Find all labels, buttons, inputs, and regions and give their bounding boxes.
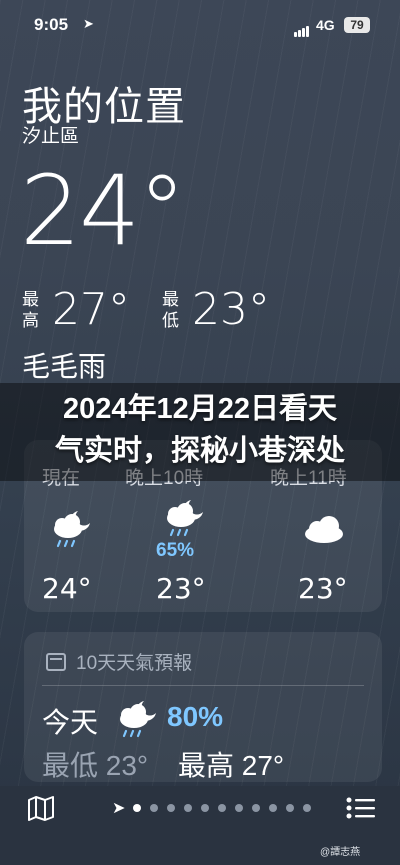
network-label: 4G xyxy=(316,17,335,33)
high-temperature: 最 高 27° xyxy=(22,284,130,335)
condition-text: 毛毛雨 xyxy=(22,351,107,382)
hour-temperature: 23° xyxy=(298,572,348,605)
precipitation-chance: 65% xyxy=(156,540,195,561)
page-dot[interactable] xyxy=(269,804,277,812)
page-dot[interactable] xyxy=(218,804,226,812)
signal-icon xyxy=(294,19,310,37)
rain-moon-icon xyxy=(167,500,203,537)
status-time: 9:05 xyxy=(34,15,69,34)
page-dot[interactable] xyxy=(184,804,192,812)
hour-temperature: 23° xyxy=(156,572,206,605)
today-label: 今天 xyxy=(42,707,99,738)
page-dot[interactable] xyxy=(235,804,243,812)
ten-day-header: 10天天氣預報 xyxy=(46,648,192,675)
page-dot[interactable] xyxy=(167,804,175,812)
ten-day-title: 10天天氣預報 xyxy=(76,653,193,674)
today-high: 最高 27° xyxy=(178,750,285,781)
page-dot[interactable] xyxy=(150,804,158,812)
page-dot[interactable] xyxy=(252,804,260,812)
low-label: 最 低 xyxy=(162,289,179,330)
rain-moon-icon xyxy=(120,701,156,738)
divider xyxy=(42,685,364,686)
page-dots[interactable] xyxy=(133,804,320,812)
map-icon[interactable] xyxy=(27,795,55,821)
page-dot[interactable] xyxy=(303,804,311,812)
calendar-icon xyxy=(46,652,66,671)
high-value: 27° xyxy=(52,284,130,335)
cloud-icon xyxy=(305,516,343,543)
low-value: 23° xyxy=(192,284,270,335)
today-precipitation: 80% xyxy=(167,701,224,732)
location-arrow-icon: ➤ xyxy=(83,16,94,31)
watermark: @譚志燕 xyxy=(320,847,361,858)
headline-line-1: 2024年12月22日看天 xyxy=(62,393,338,425)
current-temperature: 24° xyxy=(20,155,186,267)
hour-temperature: 24° xyxy=(42,572,92,605)
page-dot[interactable] xyxy=(201,804,209,812)
list-icon[interactable] xyxy=(346,796,376,820)
headline-text: 2024年12月22日看天 气实时，探秘小巷深处 xyxy=(0,388,400,472)
today-low: 最低 23° xyxy=(42,750,149,781)
status-bar: 9:05 ➤ 4G 79 xyxy=(0,0,400,52)
high-label: 最 高 xyxy=(22,289,39,330)
low-temperature: 最 低 23° xyxy=(162,284,270,335)
page-dot[interactable] xyxy=(286,804,294,812)
district-name: 汐止區 xyxy=(22,126,80,147)
page-dot[interactable] xyxy=(133,804,141,812)
current-location-icon[interactable]: ➤ xyxy=(112,798,125,818)
battery-icon: 79 xyxy=(344,17,370,33)
headline-line-2: 气实时，探秘小巷深处 xyxy=(54,435,345,467)
rain-moon-icon xyxy=(54,511,90,548)
